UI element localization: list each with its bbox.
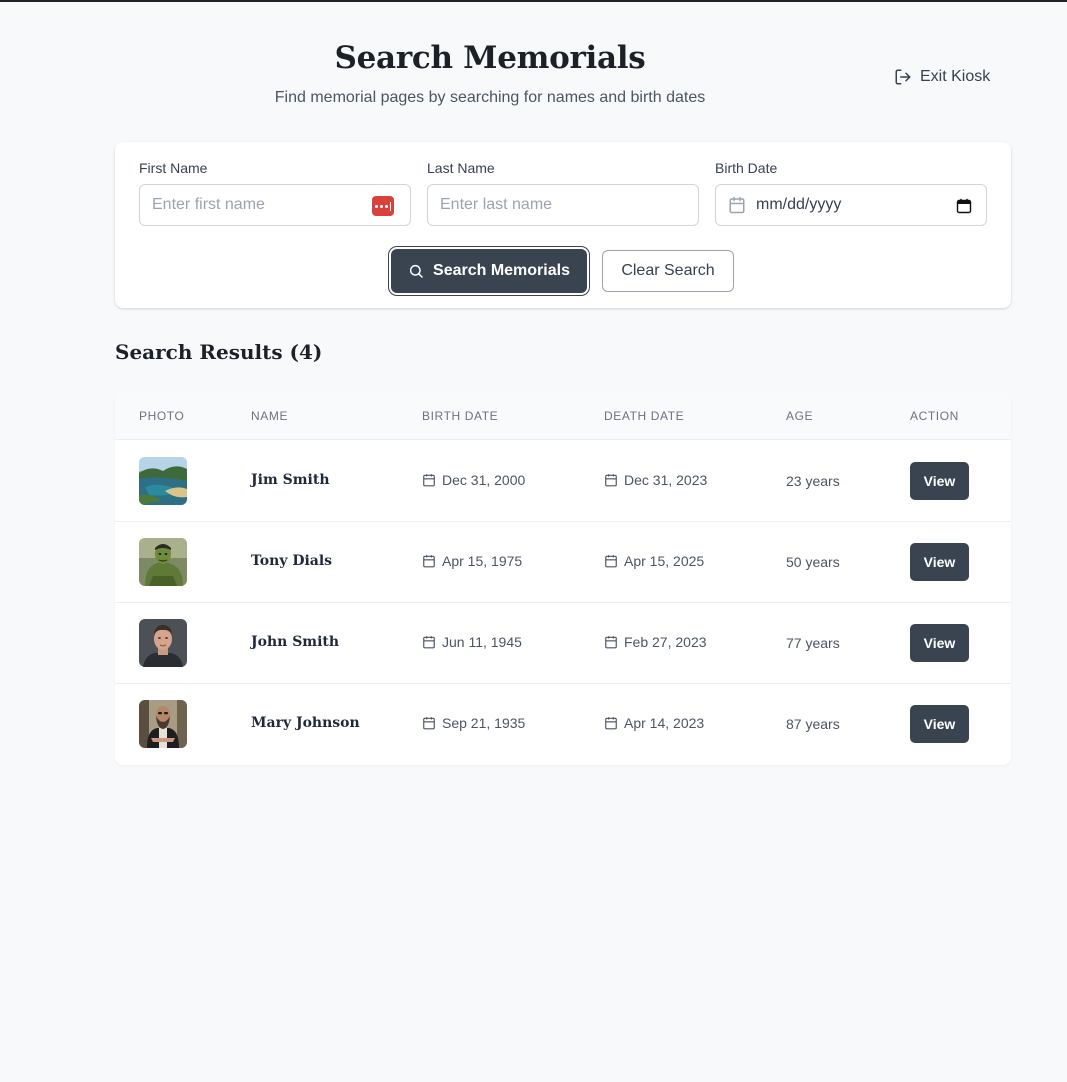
birth-date-text: Jun 11, 1945 [442,634,522,650]
calendar-icon [605,636,617,649]
death-date-text: Apr 15, 2025 [624,553,705,569]
calendar-icon [605,717,617,730]
search-form: First Name Enter first name Last Name En… [115,142,1011,308]
calendar-icon [423,555,435,568]
calendar-icon [605,555,617,568]
calendar-icon [423,717,435,730]
calendar-icon [423,636,435,649]
first-name-input[interactable]: Enter first name [139,184,411,226]
search-icon [409,264,423,278]
birth-date-group: Birth Date mm/dd/yyyy [715,160,987,226]
column-header-name: NAME [251,409,289,423]
results-table: PHOTO NAME BIRTH DATE DEATH DATE AGE ACT… [115,393,1011,765]
search-button-label: Search Memorials [433,262,570,279]
page-subtitle: Find memorial pages by searching for nam… [274,89,706,106]
death-date-text: Dec 31, 2023 [624,472,708,488]
birth-date-value: mm/dd/yyyy [756,196,842,213]
first-name-group: First Name Enter first name [139,160,411,226]
page-title: Search Memorials [334,40,646,76]
row-name: Tony Dials [251,553,333,569]
last-name-label: Last Name [427,160,495,176]
row-age: 87 years [786,716,840,732]
first-name-label: First Name [139,160,208,176]
view-button[interactable]: View [910,462,969,500]
landscape-photo [139,457,187,505]
log-out-icon [895,69,911,85]
row-death-date: Apr 15, 2025 [604,553,704,569]
exit-kiosk-button[interactable]: Exit Kiosk [894,66,990,88]
row-birth-date: Jun 11, 1945 [422,634,522,650]
row-age: 77 years [786,635,840,651]
column-header-birth-date: BIRTH DATE [422,409,499,423]
last-name-group: Last Name Enter last name [427,160,699,226]
death-date-text: Feb 27, 2023 [624,634,707,650]
last-name-placeholder: Enter last name [440,196,553,213]
birth-date-label: Birth Date [715,160,778,176]
man-portrait-photo [139,619,187,667]
column-header-photo: PHOTO [139,409,185,423]
row-name: John Smith [251,634,340,650]
table-header: PHOTO NAME BIRTH DATE DEATH DATE AGE ACT… [115,393,1011,440]
view-button[interactable]: View [910,543,969,581]
table-row: Tony Dials Apr 15, 1975 Apr 15, 2025 50 … [115,522,1011,603]
results-heading: Search Results (4) [115,340,323,364]
row-age: 23 years [786,473,840,489]
row-death-date: Apr 14, 2023 [604,715,704,731]
search-memorials-button[interactable]: Search Memorials [391,249,587,293]
password-manager-icon[interactable] [372,196,394,216]
row-birth-date: Sep 21, 1935 [422,715,525,731]
row-birth-date: Apr 15, 1975 [422,553,522,569]
view-button[interactable]: View [910,705,969,743]
last-name-input[interactable]: Enter last name [427,184,699,226]
hulk-photo [139,538,187,586]
birth-date-text: Apr 15, 1975 [442,553,523,569]
table-row: Jim Smith Dec 31, 2000 Dec 31, 2023 23 y… [115,441,1011,522]
column-header-age: AGE [786,409,814,423]
clear-search-button[interactable]: Clear Search [602,250,734,292]
table-row: John Smith Jun 11, 1945 Feb 27, 2023 77 … [115,603,1011,684]
exit-kiosk-label: Exit Kiosk [920,68,991,85]
table-row: Mary Johnson Sep 21, 1935 Apr 14, 2023 8… [115,684,1011,765]
view-button[interactable]: View [910,624,969,662]
row-age: 50 years [786,554,840,570]
calendar-icon [729,196,745,214]
bearded-man-photo [139,700,187,748]
date-picker-icon[interactable] [956,198,972,214]
birth-date-input[interactable]: mm/dd/yyyy [715,184,987,226]
row-birth-date: Dec 31, 2000 [422,472,525,488]
birth-date-text: Sep 21, 1935 [442,715,526,731]
birth-date-text: Dec 31, 2000 [442,472,526,488]
column-header-action: ACTION [910,409,959,423]
column-header-death-date: DEATH DATE [604,409,685,423]
calendar-icon [605,474,617,487]
page-header: Search Memorials Find memorial pages by … [0,0,1067,130]
death-date-text: Apr 14, 2023 [624,715,705,731]
row-name: Mary Johnson [251,715,360,731]
row-death-date: Feb 27, 2023 [604,634,707,650]
row-death-date: Dec 31, 2023 [604,472,707,488]
first-name-placeholder: Enter first name [152,196,265,213]
calendar-icon [423,474,435,487]
row-name: Jim Smith [251,472,330,488]
